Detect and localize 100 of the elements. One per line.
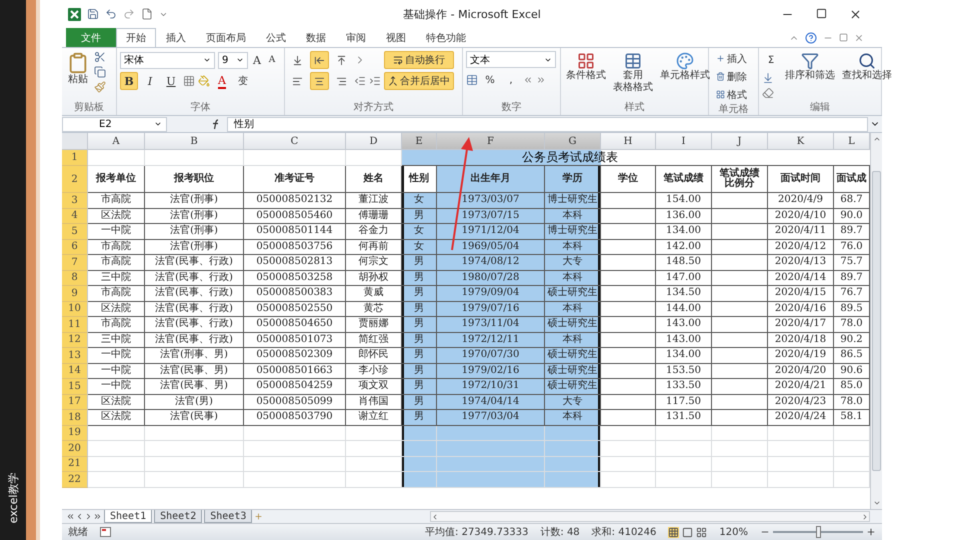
scroll-up-icon[interactable]	[872, 135, 880, 143]
style-icon[interactable]	[624, 52, 642, 70]
font-style-button[interactable]: I	[141, 72, 159, 90]
cut-icon[interactable]	[94, 51, 106, 63]
style-button[interactable]: 套用 表格格式	[611, 51, 655, 100]
ribbon-tab[interactable]: 数据	[296, 28, 336, 47]
horizontal-align-button[interactable]	[310, 72, 329, 90]
fill-color-icon[interactable]	[198, 75, 210, 87]
row-header[interactable]: 21	[62, 456, 88, 472]
name-box[interactable]: E2	[62, 116, 167, 132]
style-button[interactable]: 条件格式	[564, 51, 608, 100]
font-size-field[interactable]: 9	[218, 52, 248, 68]
number-style-button[interactable]: %	[481, 71, 499, 89]
align-icon[interactable]	[314, 76, 325, 86]
row-header[interactable]: 19	[62, 426, 88, 441]
align-icon[interactable]	[336, 54, 347, 66]
restore-icon[interactable]	[839, 33, 848, 42]
row-header[interactable]: 22	[62, 472, 88, 488]
editing-button[interactable]: 查找和选择	[840, 51, 894, 100]
page-layout-icon[interactable]	[682, 526, 694, 538]
row-header[interactable]: 1	[62, 150, 88, 166]
style-icon[interactable]	[676, 52, 694, 70]
wrap-text-button[interactable]: 自动换行	[384, 51, 454, 69]
cells-icon[interactable]	[716, 90, 725, 99]
number-format-field[interactable]: 文本	[466, 51, 556, 68]
column-header[interactable]: C	[244, 133, 346, 150]
row-header[interactable]: 18	[62, 410, 88, 426]
style-icon[interactable]	[577, 52, 595, 70]
row-header[interactable]: 10	[62, 302, 88, 317]
column-header[interactable]: B	[145, 133, 244, 150]
ribbon-tab[interactable]: 文件	[66, 28, 116, 47]
column-header[interactable]: G	[545, 133, 601, 150]
undo-icon[interactable]	[105, 8, 117, 20]
cells-button[interactable]: 删除	[712, 69, 751, 84]
number-style-button[interactable]: ,	[502, 71, 520, 89]
scroll-thumb[interactable]	[872, 171, 881, 471]
column-header[interactable]: K	[768, 133, 834, 150]
ribbon-tab[interactable]: 特色功能	[416, 28, 476, 47]
sheet-tab[interactable]: Sheet1	[104, 510, 152, 523]
editing-button[interactable]: 排序和筛选	[783, 51, 837, 100]
ribbon-tab[interactable]: 页面布局	[196, 28, 256, 47]
row-header[interactable]: 3	[62, 193, 88, 208]
style-button[interactable]: 单元格样式	[658, 51, 712, 100]
cells-icon[interactable]	[716, 54, 725, 63]
align-icon[interactable]	[292, 54, 303, 66]
next-sheet-icon[interactable]	[84, 512, 93, 521]
row-header[interactable]: 7	[62, 255, 88, 270]
last-sheet-icon[interactable]	[93, 512, 102, 521]
zoom-slider-thumb[interactable]	[816, 526, 820, 538]
macro-record-icon[interactable]	[100, 527, 111, 537]
wrap-text-icon[interactable]	[393, 55, 403, 65]
indent-icon[interactable]	[369, 75, 381, 87]
shrink-font-button[interactable]: A	[266, 51, 278, 69]
help-icon[interactable]	[805, 32, 817, 44]
row-header[interactable]: 14	[62, 364, 88, 379]
ribbon-tab[interactable]: 视图	[376, 28, 416, 47]
phonetic-button[interactable]: 变	[234, 72, 252, 90]
row-header[interactable]: 15	[62, 379, 88, 394]
sheet-tab[interactable]: Sheet3	[204, 510, 252, 523]
column-header[interactable]: F	[437, 133, 545, 150]
normal-view-icon[interactable]	[668, 526, 680, 538]
cells-icon[interactable]	[716, 72, 725, 81]
previous-sheet-icon[interactable]	[75, 512, 84, 521]
scroll-down-icon[interactable]	[872, 499, 880, 507]
function-icon[interactable]	[211, 118, 221, 130]
font-style-button[interactable]: B	[120, 72, 138, 90]
align-icon[interactable]	[336, 76, 347, 86]
maximize-icon[interactable]	[816, 8, 827, 18]
formula-field[interactable]: 性别	[227, 116, 868, 132]
zoom-in-icon[interactable]	[866, 527, 876, 537]
column-header[interactable]: J	[712, 133, 768, 150]
font-color-button[interactable]: A	[213, 72, 231, 90]
align-icon[interactable]	[314, 54, 325, 66]
row-header[interactable]: 9	[62, 286, 88, 302]
filter-icon[interactable]	[801, 52, 819, 70]
row-header[interactable]: 13	[62, 348, 88, 364]
first-sheet-icon[interactable]	[66, 512, 75, 521]
row-header[interactable]: 5	[62, 224, 88, 240]
redo-icon[interactable]	[123, 8, 135, 20]
scroll-left-icon[interactable]	[431, 512, 439, 520]
column-header[interactable]: I	[656, 133, 712, 150]
font-style-button[interactable]: U	[162, 72, 180, 90]
align-icon[interactable]	[292, 76, 303, 86]
merge-icon[interactable]	[388, 76, 398, 86]
save-icon[interactable]	[87, 8, 99, 20]
column-header[interactable]: D	[346, 133, 402, 150]
cells-button[interactable]: 格式	[712, 87, 751, 102]
ribbon-tab[interactable]: 公式	[256, 28, 296, 47]
clear-icon[interactable]	[762, 87, 774, 99]
row-header[interactable]: 8	[62, 270, 88, 286]
copy-icon[interactable]	[94, 66, 106, 78]
row-header[interactable]: 20	[62, 441, 88, 456]
autosum-button[interactable]: Σ	[762, 51, 780, 69]
cells-button[interactable]: 插入	[712, 51, 751, 66]
ribbon-tab[interactable]: 插入	[156, 28, 196, 47]
font-name-field[interactable]: 宋体	[120, 52, 215, 68]
grow-font-button[interactable]: A	[251, 51, 263, 69]
merge-center-button[interactable]: 合并后居中	[384, 72, 454, 90]
ribbon-tab[interactable]: 审阅	[336, 28, 376, 47]
horizontal-scrollbar[interactable]	[430, 511, 870, 522]
